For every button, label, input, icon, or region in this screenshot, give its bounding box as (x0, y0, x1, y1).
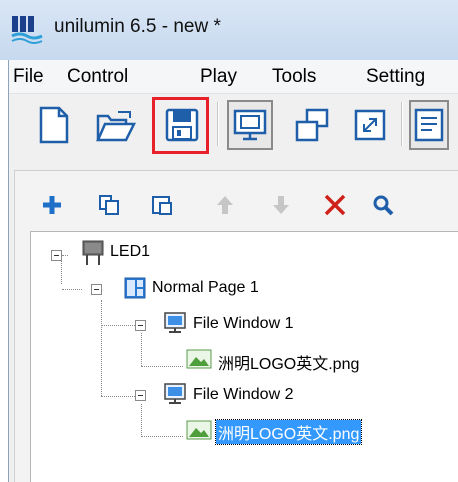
menu-tools[interactable]: Tools (272, 66, 316, 88)
paste-button[interactable] (147, 190, 177, 220)
menu-control[interactable]: Control (67, 66, 128, 88)
search-icon (373, 195, 394, 216)
move-up-button[interactable] (210, 190, 240, 220)
tree-connector (101, 325, 135, 326)
image-file-icon (186, 420, 212, 440)
collapse-toggle[interactable] (135, 390, 146, 401)
new-file-icon (39, 106, 69, 144)
close-x-icon (324, 194, 346, 216)
menu-play[interactable]: Play (200, 66, 237, 88)
window-title: unilumin 6.5 - new * (54, 16, 221, 37)
tree-connector (101, 300, 102, 396)
tree-connector (62, 289, 82, 290)
menu-bar: File Control Play Tools Setting (9, 60, 458, 94)
led-screen-icon (82, 240, 104, 265)
move-down-button[interactable] (266, 190, 296, 220)
collapse-toggle[interactable] (51, 250, 62, 261)
window-button[interactable] (289, 100, 335, 150)
text-window-button[interactable] (409, 100, 449, 150)
copy-icon (99, 195, 119, 215)
fullscreen-icon (354, 109, 386, 141)
open-folder-icon (96, 111, 136, 142)
tree-connector (101, 396, 135, 397)
main-toolbar (9, 94, 458, 158)
tree-node-file2[interactable]: 洲明LOGO英文.png (214, 419, 363, 445)
tree-connector (141, 333, 142, 366)
tree-node-page[interactable]: Normal Page 1 (152, 279, 259, 297)
tree-node-window1[interactable]: File Window 1 (193, 315, 293, 333)
add-button[interactable] (37, 190, 67, 220)
collapse-toggle[interactable] (135, 320, 146, 331)
menu-setting[interactable]: Setting (366, 66, 425, 88)
copy-button[interactable] (94, 190, 124, 220)
tree-node-file1[interactable]: 洲明LOGO英文.png (218, 350, 359, 374)
tree-connector (61, 261, 62, 284)
search-button[interactable] (368, 190, 398, 220)
arrow-up-icon (217, 196, 233, 214)
monitor-icon (233, 109, 267, 141)
save-button-highlight (152, 97, 209, 154)
tree-connector (62, 255, 68, 256)
tree-node-led[interactable]: LED1 (110, 243, 150, 261)
text-window-icon (414, 108, 444, 142)
screen-button[interactable] (227, 100, 273, 150)
tree-node-window2[interactable]: File Window 2 (193, 386, 293, 404)
arrow-down-icon (273, 196, 289, 214)
menu-file[interactable]: File (13, 66, 44, 88)
toolbar-separator (217, 102, 219, 146)
monitor-window-icon (164, 383, 186, 404)
image-file-icon (186, 349, 212, 369)
open-button[interactable] (93, 100, 139, 150)
paste-icon (152, 196, 172, 215)
monitor-window-icon (164, 312, 186, 333)
title-bar: unilumin 6.5 - new * (0, 0, 458, 60)
page-layout-icon (124, 277, 146, 299)
fullscreen-button[interactable] (347, 100, 393, 150)
toolbar-separator (401, 102, 403, 146)
delete-button[interactable] (320, 190, 350, 220)
app-logo-icon (11, 16, 43, 44)
collapse-toggle[interactable] (91, 284, 102, 295)
tree-connector (141, 366, 183, 367)
tree-connector (141, 404, 142, 437)
tree-connector (141, 436, 183, 437)
plus-icon (43, 196, 61, 214)
new-file-button[interactable] (31, 100, 77, 150)
window-cascade-icon (295, 108, 329, 142)
